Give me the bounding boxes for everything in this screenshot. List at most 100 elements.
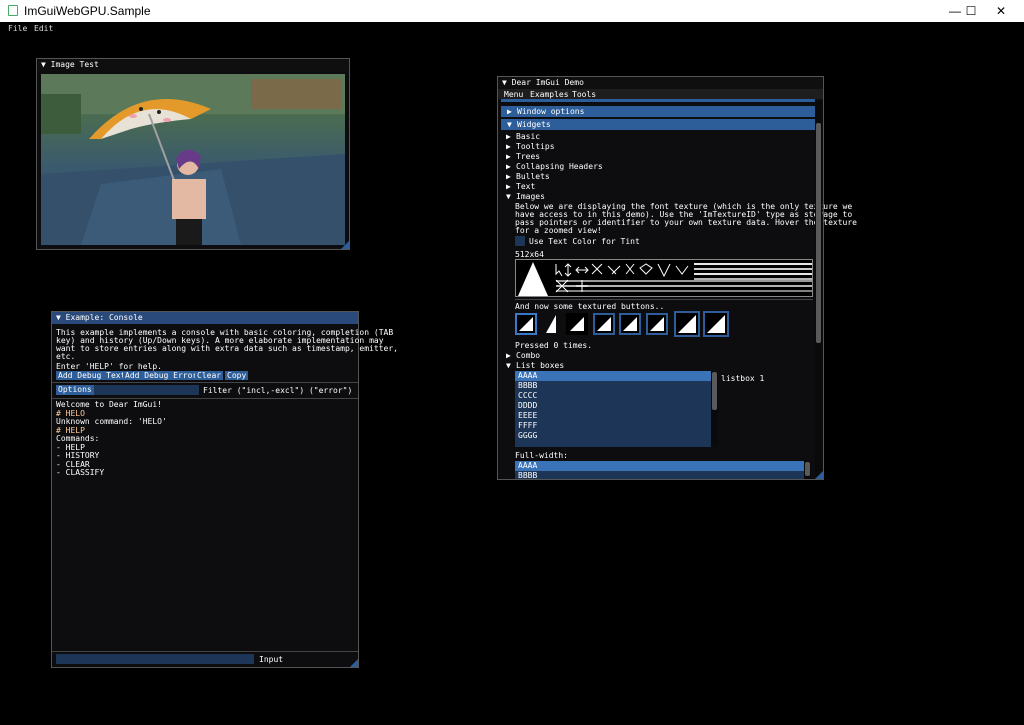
console-log-line: Welcome to Dear ImGui! (56, 400, 162, 409)
tree-basic[interactable]: ▶ Basic (506, 132, 540, 141)
scrollbar-thumb[interactable] (816, 123, 821, 343)
tint-checkbox[interactable] (515, 236, 525, 246)
console-log: Welcome to Dear ImGui! # HELO Unknown comm… (56, 400, 346, 478)
separator (52, 651, 358, 652)
menu-file[interactable]: File (8, 24, 27, 33)
menu-edit[interactable]: Edit (34, 24, 53, 33)
tree-combo[interactable]: ▶ Combo (506, 351, 540, 360)
textured-button-8[interactable] (703, 311, 729, 337)
list-item[interactable]: AAAA (515, 371, 718, 381)
demo-menu-menu[interactable]: Menu (504, 90, 523, 99)
tree-tooltips[interactable]: ▶ Tooltips (506, 142, 555, 151)
console-window[interactable]: ▼ Example: Console This example implemen… (51, 311, 398, 668)
images-desc-line-4: for a zoomed view! (515, 226, 602, 235)
console-log-line: Commands: (56, 434, 100, 443)
triangle-texture-icon (623, 317, 637, 331)
triangle-texture-icon (650, 317, 664, 331)
list-item[interactable]: DDDD (515, 401, 718, 411)
header-label: Widgets (517, 120, 551, 129)
tree-bullets[interactable]: ▶ Bullets (506, 172, 550, 181)
list-item[interactable]: FFFF (515, 421, 718, 431)
textured-button-4[interactable] (593, 313, 615, 335)
resize-grip[interactable] (815, 471, 823, 479)
resize-grip[interactable] (350, 659, 358, 667)
list-item[interactable]: BBBB (515, 471, 811, 479)
arrow-right-icon: ▶ (506, 132, 511, 141)
os-title-bar[interactable]: ImGuiWebGPU.Sample — ☐ ✕ (0, 0, 1024, 22)
arrow-right-icon: ▶ (506, 182, 511, 191)
add-debug-error-button[interactable]: Add Debug Error (123, 371, 200, 380)
add-debug-text-button[interactable]: Add Debug Text (56, 371, 128, 380)
copy-button[interactable]: Copy (225, 371, 249, 380)
font-atlas-illustration (518, 262, 812, 296)
arrow-down-icon: ▼ (506, 192, 511, 201)
arrow-right-icon: ▶ (506, 162, 511, 171)
tree-list-boxes[interactable]: ▼ List boxes (506, 361, 564, 370)
image-test-title[interactable]: ▼ Image Test (37, 59, 349, 71)
filter-input[interactable] (94, 385, 199, 395)
close-button[interactable]: ✕ (978, 0, 1024, 22)
options-button[interactable]: Options (56, 385, 94, 395)
arrow-right-icon: ▶ (506, 152, 511, 161)
console-input[interactable] (56, 654, 254, 664)
tree-collapsing-headers[interactable]: ▶ Collapsing Headers (506, 162, 603, 171)
header-widgets[interactable]: ▼ Widgets (501, 119, 815, 130)
console-desc-line-3: want to store entries along with extra d… (56, 344, 398, 353)
console-help-text: Enter 'HELP' for help. (56, 362, 162, 371)
tree-text[interactable]: ▶ Text (506, 182, 535, 191)
scrollbar-thumb[interactable] (712, 372, 717, 410)
textured-button-1[interactable] (515, 313, 537, 335)
tree-trees[interactable]: ▶ Trees (506, 152, 540, 161)
header-label: Window options (517, 107, 585, 116)
separator (52, 382, 358, 383)
textured-button-3[interactable] (566, 313, 588, 335)
console-log-line: # HELP (56, 425, 85, 435)
full-width-scrollbar[interactable] (804, 461, 811, 479)
full-width-label: Full-width: (515, 451, 568, 460)
textured-button-2[interactable] (546, 315, 556, 333)
listbox-full-width[interactable]: AAAA BBBB (515, 461, 811, 479)
listbox-label: listbox 1 (721, 374, 765, 383)
list-item[interactable]: GGGG (515, 431, 718, 441)
console-log-line: - HELP (56, 442, 85, 452)
demo-menu-examples[interactable]: Examples (530, 90, 569, 99)
triangle-texture-icon (519, 317, 533, 331)
image-test-window[interactable]: ▼ Image Test (36, 58, 350, 250)
tree-images[interactable]: ▼ Images (506, 192, 545, 201)
list-item[interactable]: AAAA (515, 461, 811, 471)
textured-buttons-label: And now some textured buttons.. (515, 302, 665, 311)
demo-menu-tools[interactable]: Tools (572, 90, 596, 99)
list-item[interactable]: CCCC (515, 391, 718, 401)
scrollbar-thumb[interactable] (805, 462, 810, 476)
separator (515, 299, 813, 300)
console-title[interactable]: ▼ Example: Console (52, 312, 358, 324)
list-item[interactable]: BBBB (515, 381, 718, 391)
texture-size: 512x64 (515, 250, 544, 259)
textured-button-5[interactable] (619, 313, 641, 335)
scrolled-header-edge (501, 99, 815, 102)
clear-button[interactable]: Clear (195, 371, 224, 380)
listbox-scrollbar[interactable] (711, 371, 718, 447)
demo-window[interactable]: ▼ Dear ImGui Demo Menu Examples Tools ▶ W… (497, 76, 857, 480)
textured-button-7[interactable] (674, 311, 700, 337)
demo-title[interactable]: ▼ Dear ImGui Demo (498, 77, 823, 89)
font-texture-image[interactable] (515, 259, 813, 297)
scene-illustration (41, 74, 345, 245)
console-log-line: - HISTORY (56, 451, 100, 460)
arrow-down-icon: ▼ (506, 361, 511, 370)
textured-button-6[interactable] (646, 313, 668, 335)
console-log-line: Unknown command: 'HELO' (56, 417, 167, 426)
header-window-options[interactable]: ▶ Window options (501, 106, 815, 117)
resize-grip[interactable] (341, 241, 349, 249)
listbox-1[interactable]: AAAA BBBB CCCC DDDD EEEE FFFF GGGG (515, 371, 718, 447)
arrow-right-icon: ▶ (506, 172, 511, 181)
demo-scrollbar[interactable] (815, 101, 822, 477)
game-screenshot-image (41, 74, 345, 245)
list-item[interactable]: EEEE (515, 411, 718, 421)
main-menu-bar: File Edit (0, 22, 1024, 34)
input-label: Input (259, 655, 284, 664)
filter-label: Filter ("incl,-excl") ("error") (203, 386, 353, 395)
tint-label: Use Text Color for Tint (529, 237, 640, 246)
triangle-texture-icon (678, 315, 696, 333)
arrow-down-icon: ▼ (507, 120, 512, 129)
